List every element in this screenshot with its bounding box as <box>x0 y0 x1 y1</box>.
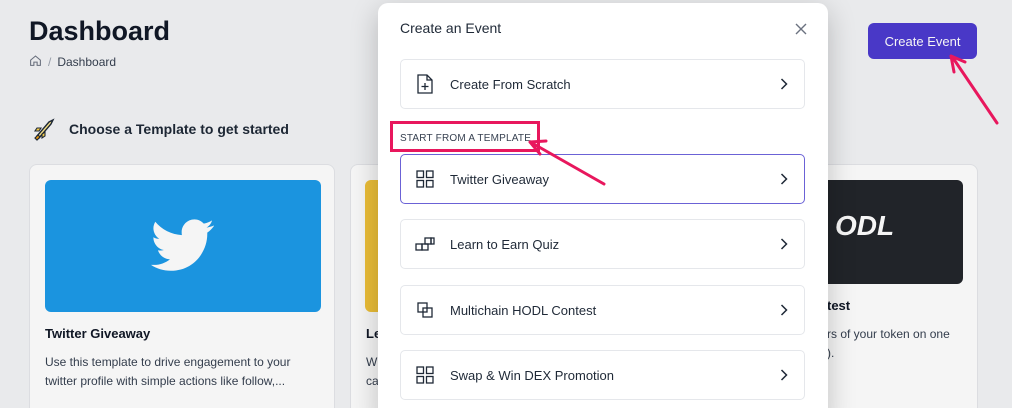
chevron-right-icon <box>777 77 791 91</box>
chevron-right-icon <box>777 303 791 317</box>
option-label: Create From Scratch <box>450 76 571 92</box>
create-event-modal: Create an Event Create From Scratch STAR… <box>378 3 828 408</box>
layers-icon <box>415 300 435 320</box>
grid-icon <box>415 169 435 189</box>
modal-title: Create an Event <box>400 20 502 36</box>
close-icon[interactable] <box>791 19 811 39</box>
option-label: Learn to Earn Quiz <box>450 236 560 252</box>
chevron-right-icon <box>777 368 791 382</box>
option-twitter-giveaway[interactable]: Twitter Giveaway <box>400 154 805 204</box>
option-label: Swap & Win DEX Promotion <box>450 367 615 383</box>
chevron-right-icon <box>777 172 791 186</box>
option-learn-to-earn-quiz[interactable]: Learn to Earn Quiz <box>400 219 805 269</box>
option-swap-win-dex-promotion[interactable]: Swap & Win DEX Promotion <box>400 350 805 400</box>
option-label: Multichain HODL Contest <box>450 302 597 318</box>
grid-icon <box>415 365 435 385</box>
create-from-scratch-option[interactable]: Create From Scratch <box>400 59 805 109</box>
annotation-highlight-box <box>390 121 540 152</box>
option-label: Twitter Giveaway <box>450 171 549 187</box>
option-multichain-hodl-contest[interactable]: Multichain HODL Contest <box>400 285 805 335</box>
chevron-right-icon <box>777 237 791 251</box>
blocks-icon <box>415 234 435 254</box>
file-plus-icon <box>415 74 435 94</box>
